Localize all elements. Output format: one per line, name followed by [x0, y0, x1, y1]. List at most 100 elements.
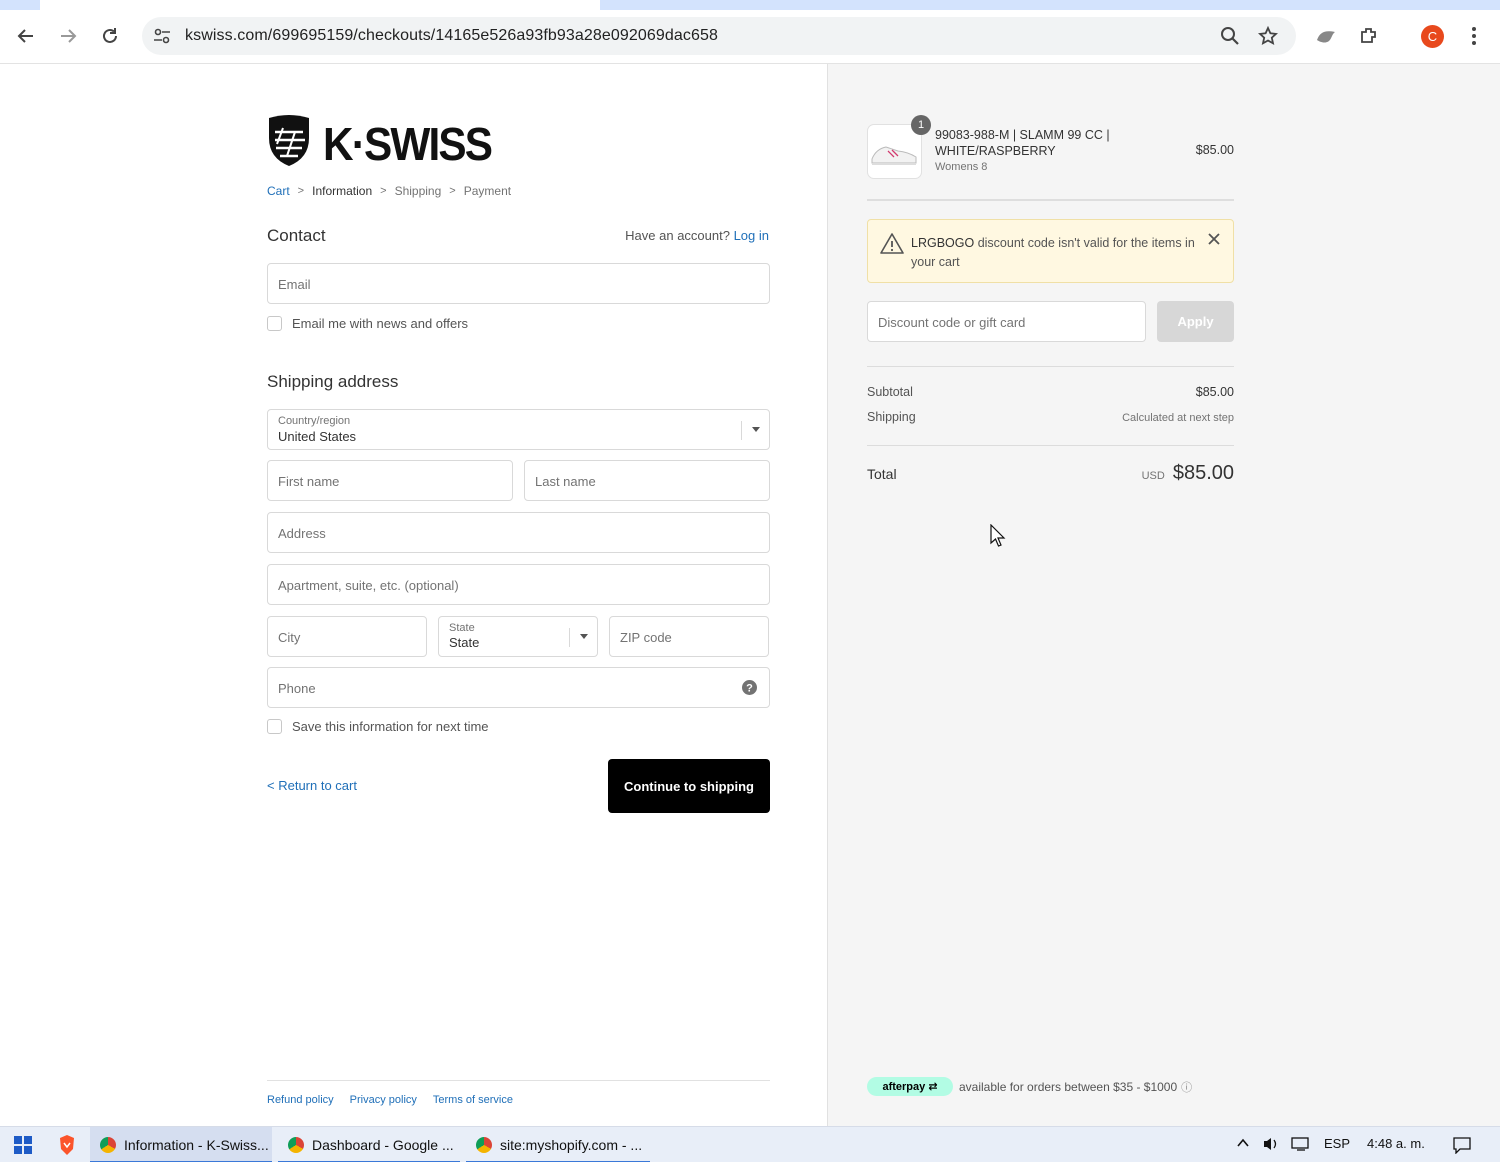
- summary-divider: [867, 445, 1234, 446]
- apartment-input[interactable]: Apartment, suite, etc. (optional): [267, 564, 770, 605]
- country-select[interactable]: Country/region United States: [267, 409, 770, 450]
- profile-avatar[interactable]: C: [1421, 25, 1444, 48]
- phone-input[interactable]: Phone ?: [267, 667, 770, 708]
- chevron-down-icon: [580, 634, 588, 639]
- breadcrumb: Cart > Information > Shipping > Payment: [267, 184, 511, 198]
- chevron-up-icon[interactable]: [1236, 1136, 1250, 1153]
- site-settings-icon[interactable]: [152, 26, 172, 46]
- total-row: Total USD $85.00: [867, 462, 1234, 485]
- city-input[interactable]: City: [267, 616, 427, 657]
- privacy-policy-link[interactable]: Privacy policy: [350, 1094, 417, 1106]
- city-placeholder: City: [278, 630, 301, 645]
- country-value: United States: [278, 429, 357, 444]
- subtotal-row: Subtotal $85.00: [867, 385, 1234, 399]
- address-placeholder: Address: [278, 526, 326, 541]
- url-text: kswiss.com/699695159/checkouts/14165e526…: [185, 27, 718, 44]
- newsletter-row: Email me with news and offers: [267, 316, 468, 331]
- product-name: 99083-988-M | SLAMM 99 CC | WHITE/RASPBE…: [935, 128, 1110, 158]
- total-currency: USD: [1141, 470, 1165, 482]
- afterpay-badge: afterpay ⇄: [867, 1077, 953, 1096]
- select-divider: [569, 628, 570, 647]
- zoom-icon[interactable]: [1220, 26, 1242, 48]
- email-input[interactable]: Email: [267, 263, 770, 304]
- sneaker-icon: [871, 146, 917, 165]
- extensions-puzzle-icon[interactable]: [1357, 24, 1381, 48]
- apartment-placeholder: Apartment, suite, etc. (optional): [278, 578, 459, 593]
- volume-icon[interactable]: [1262, 1136, 1280, 1155]
- discount-placeholder: Discount code or gift card: [878, 315, 1026, 330]
- state-select[interactable]: State State: [438, 616, 598, 657]
- chevron-left-icon: <: [267, 778, 279, 793]
- country-label: Country/region: [278, 415, 351, 427]
- kswiss-logo[interactable]: K·SWISS: [267, 114, 493, 170]
- first-name-input[interactable]: First name: [267, 460, 513, 501]
- back-icon[interactable]: [12, 22, 40, 50]
- address-bar[interactable]: kswiss.com/699695159/checkouts/14165e526…: [142, 17, 1296, 55]
- newsletter-label: Email me with news and offers: [292, 316, 469, 331]
- have-account-text: Have an account?: [625, 228, 730, 243]
- input-language[interactable]: ESP: [1324, 1136, 1350, 1151]
- quantity-badge: 1: [911, 115, 931, 135]
- chrome-icon: [288, 1137, 304, 1153]
- footer-links: Refund policy Privacy policy Terms of se…: [267, 1094, 513, 1106]
- chevron-right-icon: >: [380, 185, 387, 197]
- active-tab[interactable]: [40, 0, 600, 10]
- save-info-row: Save this information for next time: [267, 719, 489, 734]
- taskbar-tab-search[interactable]: site:myshopify.com - ...: [466, 1127, 650, 1162]
- breadcrumb-cart[interactable]: Cart: [267, 184, 290, 198]
- save-info-checkbox[interactable]: [267, 719, 282, 734]
- more-menu-icon[interactable]: [1462, 24, 1486, 48]
- notifications-icon[interactable]: [1452, 1136, 1472, 1157]
- extension-icon[interactable]: [1314, 24, 1338, 48]
- chevron-down-icon: [752, 427, 760, 432]
- bookmark-star-icon[interactable]: [1257, 25, 1280, 48]
- help-icon[interactable]: ?: [742, 680, 757, 695]
- taskbar-tab-kswiss[interactable]: Information - K-Swiss...: [90, 1127, 272, 1162]
- contact-title: Contact: [267, 226, 326, 245]
- svg-text:?: ?: [746, 683, 753, 695]
- first-name-placeholder: First name: [278, 474, 340, 489]
- close-icon[interactable]: [1207, 232, 1221, 246]
- chrome-icon: [100, 1137, 116, 1153]
- continue-to-shipping-button[interactable]: Continue to shipping: [608, 759, 770, 813]
- product-variant: Womens 8: [935, 161, 988, 173]
- windows-taskbar: Information - K-Swiss... Dashboard - Goo…: [0, 1126, 1500, 1162]
- afterpay-note: afterpay ⇄ available for orders between …: [867, 1077, 1192, 1096]
- network-icon[interactable]: [1291, 1136, 1311, 1155]
- subtotal-value: $85.00: [1195, 385, 1234, 399]
- product-price: $85.00: [1195, 143, 1234, 157]
- state-label: State: [449, 622, 475, 634]
- discount-warning: LRGBOGO discount code isn't valid for th…: [867, 219, 1234, 283]
- shipping-label: Shipping: [867, 410, 916, 424]
- reload-icon[interactable]: [96, 22, 124, 50]
- footer-divider: [267, 1080, 770, 1081]
- kswiss-shield-icon: [269, 115, 309, 166]
- last-name-input[interactable]: Last name: [524, 460, 770, 501]
- brave-browser-icon[interactable]: [52, 1127, 82, 1162]
- login-link[interactable]: Log in: [734, 228, 769, 243]
- apply-discount-button[interactable]: Apply: [1157, 301, 1234, 342]
- checkout-page: K·SWISS Cart > Information > Shipping > …: [0, 64, 1500, 1126]
- logo-wordmark: K·SWISS: [323, 118, 493, 170]
- browser-toolbar: kswiss.com/699695159/checkouts/14165e526…: [0, 10, 1500, 64]
- newsletter-checkbox[interactable]: [267, 316, 282, 331]
- total-amount: USD $85.00: [1142, 462, 1234, 485]
- taskbar-tab-dashboard[interactable]: Dashboard - Google ...: [278, 1127, 460, 1162]
- info-icon[interactable]: ⓘ: [1181, 1079, 1192, 1095]
- warning-icon: [880, 233, 904, 254]
- terms-of-service-link[interactable]: Terms of service: [433, 1094, 513, 1106]
- forward-icon[interactable]: [54, 22, 82, 50]
- save-info-label: Save this information for next time: [292, 719, 489, 734]
- phone-placeholder: Phone: [278, 681, 316, 696]
- return-to-cart-link[interactable]: < Return to cart: [267, 778, 357, 793]
- zip-placeholder: ZIP code: [620, 630, 672, 645]
- windows-start-icon[interactable]: [8, 1127, 38, 1162]
- zip-input[interactable]: ZIP code: [609, 616, 769, 657]
- refund-policy-link[interactable]: Refund policy: [267, 1094, 334, 1106]
- total-label: Total: [867, 466, 897, 482]
- total-value: $85.00: [1172, 462, 1234, 484]
- address-input[interactable]: Address: [267, 512, 770, 553]
- chrome-icon: [476, 1137, 492, 1153]
- system-clock[interactable]: 4:48 a. m.: [1367, 1136, 1425, 1151]
- discount-code-input[interactable]: Discount code or gift card: [867, 301, 1146, 342]
